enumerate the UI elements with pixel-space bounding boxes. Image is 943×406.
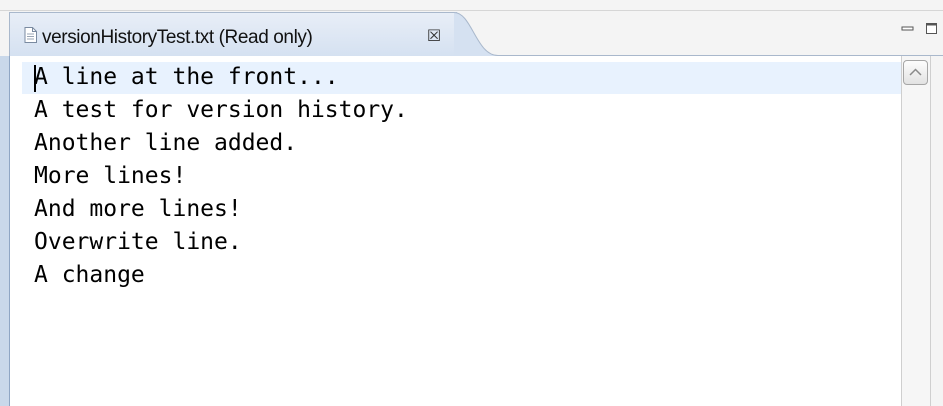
tab-title: versionHistoryTest.txt (Read only) bbox=[42, 27, 313, 48]
editor-right-frame bbox=[931, 56, 943, 406]
tab-bar-top-border bbox=[0, 10, 943, 11]
tab-curve-edge bbox=[454, 12, 504, 56]
maximize-icon[interactable] bbox=[925, 22, 938, 35]
tab-close-icon[interactable]: ☒ bbox=[424, 26, 444, 46]
tab-version-history-test[interactable]: versionHistoryTest.txt (Read only) ☒ bbox=[9, 12, 457, 56]
editor-line-3[interactable]: Another line added. bbox=[34, 127, 297, 160]
editor-tab-bar: versionHistoryTest.txt (Read only) ☒ bbox=[0, 0, 943, 56]
editor-line-2[interactable]: A test for version history. bbox=[34, 94, 408, 127]
editor-left-frame bbox=[0, 56, 10, 406]
editor-line-7[interactable]: A change bbox=[34, 259, 145, 292]
editor-line-4[interactable]: More lines! bbox=[34, 160, 186, 193]
scroll-up-button[interactable] bbox=[903, 60, 928, 85]
editor-line-5[interactable]: And more lines! bbox=[34, 193, 242, 226]
chevron-up-icon bbox=[909, 68, 922, 76]
minimize-icon[interactable] bbox=[901, 22, 914, 35]
editor-line-6[interactable]: Overwrite line. bbox=[34, 226, 242, 259]
text-file-icon bbox=[24, 27, 37, 43]
editor-line-1[interactable]: A line at the front... bbox=[34, 61, 339, 94]
text-caret bbox=[34, 65, 36, 92]
vertical-scrollbar[interactable] bbox=[901, 56, 931, 406]
